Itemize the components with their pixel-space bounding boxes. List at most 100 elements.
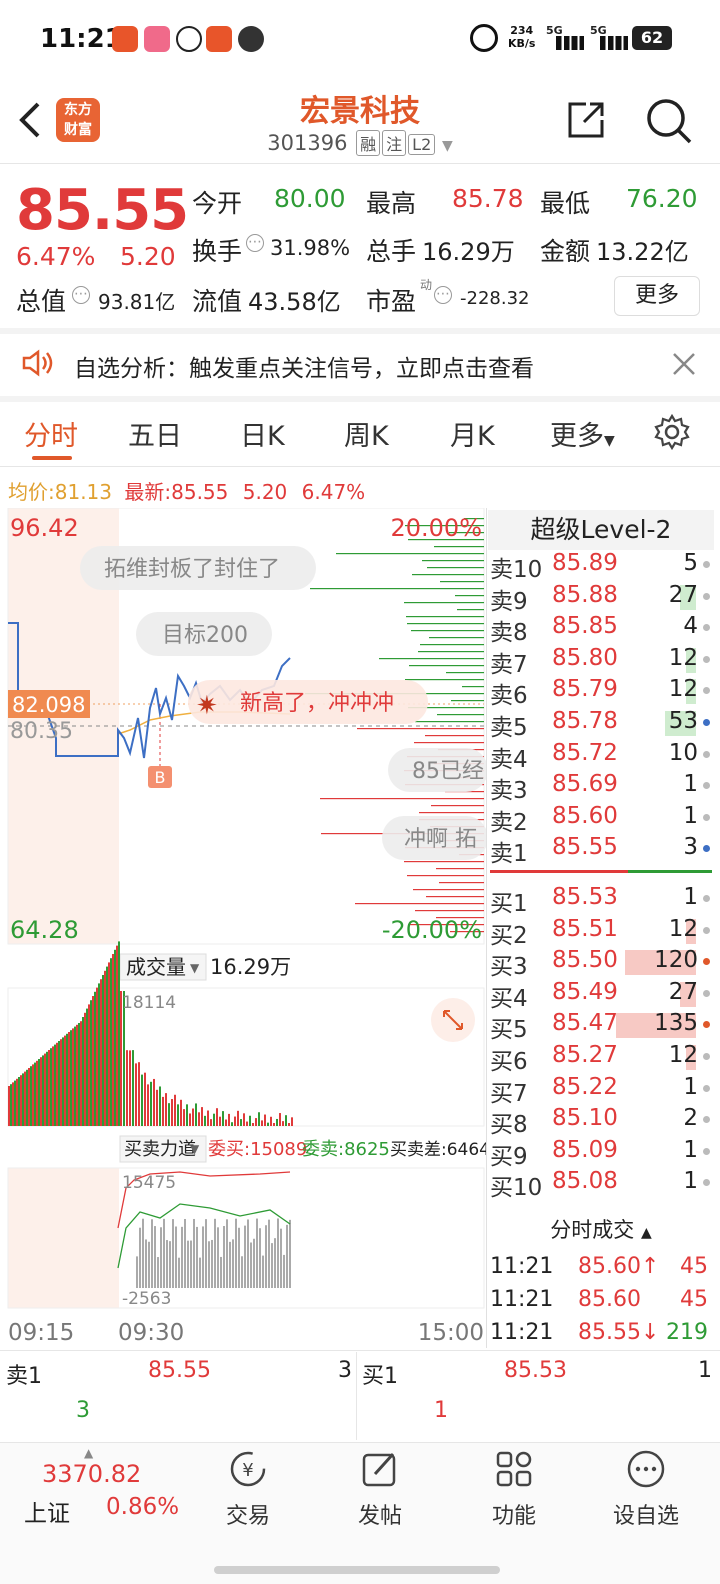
- buy-row[interactable]: 买6 85.27 12: [488, 1042, 712, 1075]
- buy-row[interactable]: 买3 85.50 120: [488, 947, 712, 980]
- sell-price: 85.55: [552, 834, 618, 861]
- volume-total: 16.29万: [210, 955, 291, 979]
- sell-row[interactable]: 卖2 85.60 1: [488, 803, 712, 836]
- force-bar: [259, 1228, 261, 1288]
- buy-label: 买10: [490, 1175, 543, 1202]
- volume-bar: [112, 954, 114, 1126]
- tab-more[interactable]: 更多▼: [550, 414, 615, 453]
- sell-row[interactable]: 卖3 85.69 1: [488, 771, 712, 805]
- volume-bar: [210, 1119, 212, 1126]
- bottom-buy-count: 1: [434, 1398, 448, 1423]
- sell-row[interactable]: 卖10 85.89 5: [488, 550, 712, 583]
- book-divider-green: [628, 870, 712, 873]
- nav-trade[interactable]: ¥ 交易: [198, 1448, 298, 1530]
- more-quote-button[interactable]: 更多: [614, 276, 700, 316]
- sell-price: 85.78: [552, 708, 618, 734]
- buy-row[interactable]: 买8 85.10 2: [488, 1105, 712, 1138]
- tab-intraday[interactable]: 分时: [24, 414, 78, 453]
- volume-bar: [114, 949, 116, 1126]
- sell-label: 卖3: [490, 778, 528, 805]
- tab-weekly-k[interactable]: 周K: [344, 414, 389, 453]
- share-icon: [568, 102, 604, 138]
- force-bar: [136, 1256, 138, 1288]
- sell-row[interactable]: 卖8 85.85 4: [488, 613, 712, 647]
- caret-down-icon: ▼: [604, 433, 615, 449]
- comment-text: 冲啊 拓: [404, 827, 477, 852]
- wechat-icon: [238, 26, 264, 52]
- force-bar: [163, 1218, 165, 1288]
- bottom-buy-label: 买1: [362, 1364, 398, 1389]
- depth-bar: [357, 728, 484, 730]
- sell-row[interactable]: 卖7 85.80 12: [488, 644, 712, 678]
- depth-bar: [409, 665, 484, 667]
- index-pct[interactable]: 0.86%: [106, 1494, 179, 1520]
- buy-row[interactable]: 买10 85.08 1: [488, 1168, 712, 1202]
- volume-bar: [54, 1044, 56, 1126]
- nav-functions[interactable]: 功能: [464, 1448, 564, 1530]
- buy-vol: 1: [683, 1168, 698, 1195]
- close-notice-button[interactable]: [670, 350, 698, 378]
- depth-bar: [336, 553, 484, 555]
- index-name[interactable]: 上证: [24, 1494, 70, 1528]
- buy-row[interactable]: 买4 85.49 27: [488, 979, 712, 1012]
- tick-volume: 45: [680, 1287, 708, 1312]
- info-icon[interactable]: ⋯: [434, 286, 452, 304]
- settings-button[interactable]: [654, 413, 690, 451]
- sell-row[interactable]: 卖9 85.88 27: [488, 582, 712, 615]
- info-icon[interactable]: ⋯: [246, 234, 264, 252]
- search-button[interactable]: [644, 96, 694, 146]
- force-bar: [289, 1219, 291, 1288]
- tab-daily-k[interactable]: 日K: [240, 414, 285, 453]
- force-bar: [232, 1239, 234, 1288]
- volume-bar: [192, 1108, 194, 1126]
- tick-header[interactable]: 分时成交 ▲: [488, 1210, 714, 1250]
- change-amount: 5.20: [120, 242, 176, 271]
- buy-row[interactable]: 买7 85.22 1: [488, 1074, 712, 1107]
- bottom-sell-price: 85.55: [148, 1358, 211, 1383]
- intraday-chart[interactable]: B 96.42 64.28 20.00% -20.00% 80.35 82.09…: [0, 508, 486, 1348]
- svg-text:¥: ¥: [242, 1460, 253, 1481]
- sell-row[interactable]: 卖1 85.55 3: [488, 834, 712, 867]
- app-notification-icon: [206, 26, 232, 52]
- volume-bar: [80, 1021, 82, 1126]
- volume-bar: [48, 1050, 50, 1126]
- sell-vol: 1: [683, 771, 698, 798]
- index-value[interactable]: 3370.82: [42, 1460, 141, 1488]
- sell-label: 卖7: [490, 651, 528, 678]
- tab-monthly-k[interactable]: 月K: [450, 414, 495, 453]
- tick-volume: 45: [680, 1254, 708, 1279]
- sell-row[interactable]: 卖4 85.72 10: [488, 740, 712, 773]
- status-dot: [703, 1116, 710, 1124]
- volume-bar: [144, 1072, 146, 1126]
- volume-bar: [70, 1030, 72, 1126]
- buy-force-label: 委买:15089: [208, 1139, 307, 1160]
- share-button[interactable]: [564, 98, 608, 142]
- tab-five-day[interactable]: 五日: [128, 414, 182, 453]
- buy-row[interactable]: 买9 85.09 1: [488, 1137, 712, 1170]
- sell-row[interactable]: 卖5 85.78 53: [488, 708, 712, 741]
- volume-bar: [285, 1115, 287, 1126]
- nav-post[interactable]: 发帖: [330, 1448, 430, 1530]
- volume-bar: [168, 1103, 170, 1126]
- buy-row[interactable]: 买1 85.53 1: [488, 884, 712, 917]
- buy-row[interactable]: 买2 85.51 12: [488, 915, 712, 949]
- buy-price: 85.53: [552, 884, 618, 910]
- caret-up-icon: ▲: [84, 1446, 94, 1460]
- sell-vol: 12: [668, 644, 698, 671]
- notice-text[interactable]: 自选分析：触发重点关注信号，立即点击查看: [74, 349, 534, 383]
- volume-bar: [88, 1004, 90, 1126]
- info-icon[interactable]: ⋯: [72, 286, 90, 304]
- volume-bar: [78, 1023, 80, 1126]
- nav-set-watchlist[interactable]: 设自选: [596, 1448, 696, 1530]
- level2-title[interactable]: 超级Level-2: [488, 510, 714, 550]
- volume-bar: [94, 991, 96, 1126]
- force-bar: [157, 1257, 159, 1288]
- buy-row[interactable]: 买5 85.47 135: [488, 1010, 712, 1043]
- bottom-sell-count: 3: [76, 1398, 90, 1423]
- sell-label: 卖8: [490, 620, 528, 647]
- depth-bar: [411, 630, 484, 632]
- force-bar: [283, 1254, 285, 1288]
- buy-price: 85.51: [552, 915, 618, 942]
- time-label-close: 15:00: [418, 1320, 484, 1346]
- sell-row[interactable]: 卖6 85.79 12: [488, 676, 712, 709]
